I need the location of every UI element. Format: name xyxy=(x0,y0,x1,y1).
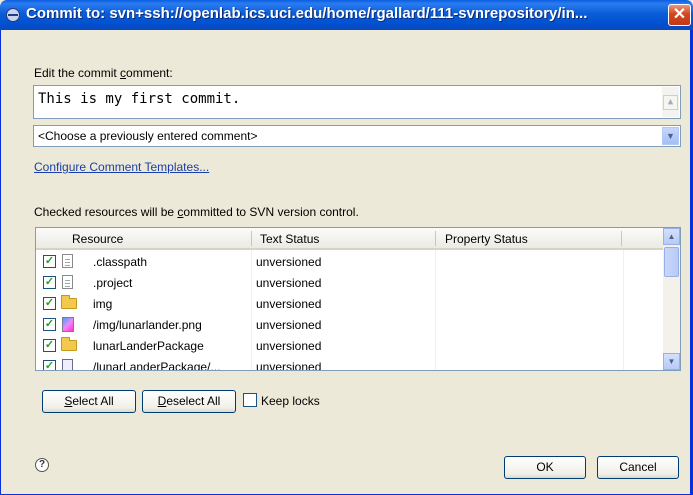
resources-label: Checked resources will be committed to S… xyxy=(34,205,359,219)
select-all-button[interactable]: Select All xyxy=(42,390,136,413)
folder-icon xyxy=(61,337,77,351)
keep-locks-label[interactable]: Keep locks xyxy=(261,394,320,408)
scroll-thumb[interactable] xyxy=(664,247,679,277)
column-divider[interactable] xyxy=(251,231,252,246)
close-button[interactable]: ✕ xyxy=(668,4,691,26)
row-checkbox[interactable]: ✓ xyxy=(43,360,56,370)
row-checkbox[interactable]: ✓ xyxy=(43,276,56,289)
column-text-status[interactable]: Text Status xyxy=(260,232,319,246)
previous-comment-select[interactable]: <Choose a previously entered comment> ▼ xyxy=(33,125,681,147)
table-row[interactable]: ✓ img unversioned xyxy=(36,294,663,314)
scroll-up-icon[interactable]: ▲ xyxy=(663,228,680,245)
cancel-button[interactable]: Cancel xyxy=(597,456,679,479)
resource-name: .project xyxy=(93,276,133,290)
text-status: unversioned xyxy=(256,339,322,353)
column-resource[interactable]: Resource xyxy=(72,232,123,246)
file-icon xyxy=(62,275,73,289)
text-status: unversioned xyxy=(256,297,322,311)
column-divider[interactable] xyxy=(621,231,622,246)
table-row[interactable]: ✓ .project unversioned xyxy=(36,273,663,293)
title-bar[interactable]: Commit to: svn+ssh://openlab.ics.uci.edu… xyxy=(0,0,693,30)
scroll-up-icon[interactable]: ▲ xyxy=(663,95,678,110)
table-row[interactable]: ✓ lunarLanderPackage unversioned xyxy=(36,336,663,356)
text-status: unversioned xyxy=(256,255,322,269)
comment-scrollbar[interactable]: ▲ xyxy=(662,87,679,117)
chevron-down-icon[interactable]: ▼ xyxy=(662,127,679,145)
comment-label: Edit the commit comment: xyxy=(34,66,173,80)
column-divider[interactable] xyxy=(435,231,436,246)
scroll-down-icon[interactable]: ▼ xyxy=(663,353,680,370)
resource-name: /img/lunarlander.png xyxy=(93,318,202,332)
resources-table[interactable]: Resource Text Status Property Status ✓ .… xyxy=(35,227,681,371)
resource-name: img xyxy=(93,297,113,311)
commit-comment-input[interactable]: This is my first commit. ▲ xyxy=(33,85,681,119)
text-status: unversioned xyxy=(256,360,322,371)
app-icon xyxy=(6,8,20,22)
table-header: Resource Text Status Property Status xyxy=(36,228,663,250)
table-scrollbar[interactable]: ▲ ▼ xyxy=(663,228,680,370)
commit-comment-text: This is my first commit. xyxy=(38,91,241,107)
folder-icon xyxy=(61,295,77,309)
resource-name: lunarLanderPackage xyxy=(93,339,204,353)
resource-name: /lunarLanderPackage/... xyxy=(93,360,221,371)
column-property-status[interactable]: Property Status xyxy=(445,232,528,246)
row-checkbox[interactable]: ✓ xyxy=(43,339,56,352)
java-file-icon xyxy=(62,359,73,370)
table-row[interactable]: ✓ /img/lunarlander.png unversioned xyxy=(36,315,663,335)
row-checkbox[interactable]: ✓ xyxy=(43,297,56,310)
deselect-all-button[interactable]: Deselect All xyxy=(142,390,236,413)
ok-button[interactable]: OK xyxy=(504,456,586,479)
configure-templates-link[interactable]: Configure Comment Templates... xyxy=(34,160,209,174)
text-status: unversioned xyxy=(256,318,322,332)
help-icon[interactable]: ? xyxy=(35,458,49,472)
row-checkbox[interactable]: ✓ xyxy=(43,318,56,331)
previous-comment-value: <Choose a previously entered comment> xyxy=(38,129,258,143)
table-row[interactable]: ✓ .classpath unversioned xyxy=(36,252,663,272)
text-status: unversioned xyxy=(256,276,322,290)
row-checkbox[interactable]: ✓ xyxy=(43,255,56,268)
table-row[interactable]: ✓ /lunarLanderPackage/... unversioned xyxy=(36,357,663,371)
window-title: Commit to: svn+ssh://openlab.ics.uci.edu… xyxy=(26,5,588,22)
image-file-icon xyxy=(62,317,74,332)
file-icon xyxy=(62,254,73,268)
resource-name: .classpath xyxy=(93,255,148,269)
keep-locks-checkbox[interactable] xyxy=(243,393,257,407)
